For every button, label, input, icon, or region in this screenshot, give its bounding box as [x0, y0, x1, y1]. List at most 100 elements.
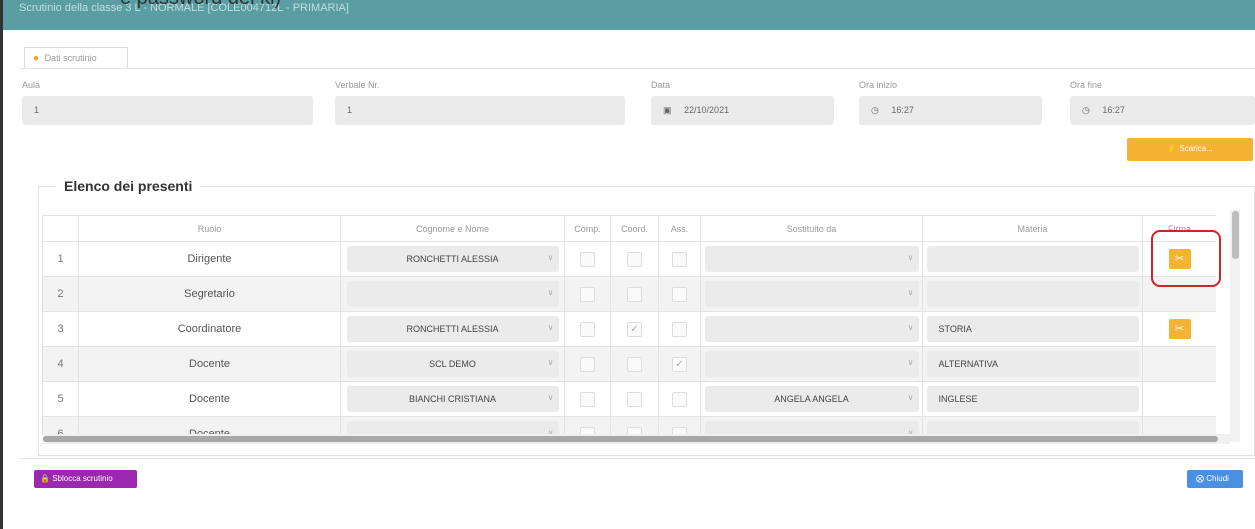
nome-select[interactable]: ∨	[346, 421, 559, 434]
search-button-label: Scarica...	[1179, 144, 1213, 153]
presenti-table-container: Ruolo Cognome e Nome Comp. Coord. Ass. S…	[42, 215, 1216, 434]
chevron-down-icon: ∨	[547, 393, 554, 402]
presenti-legend: Elenco dei presenti	[56, 178, 201, 194]
comp-cell	[564, 381, 611, 417]
aula-value: 1	[34, 105, 40, 115]
materia-field	[926, 281, 1139, 307]
coord-checkbox[interactable]	[627, 251, 642, 267]
ass-cell: ✓	[658, 346, 701, 382]
nome-select[interactable]: BIANCHI CRISTIANA ∨	[346, 386, 559, 412]
table-row: 5 Docente BIANCHI CRISTIANA ∨ ANGELA ANGELA ∨…	[42, 381, 1216, 417]
ass-cell	[658, 381, 701, 417]
firma-cell	[1142, 416, 1216, 434]
coord-checkbox[interactable]	[627, 391, 642, 407]
sostituito-cell: ∨	[700, 241, 923, 277]
sostituito-select[interactable]: ∨	[704, 316, 919, 342]
firma-cell	[1142, 381, 1216, 417]
nome-select[interactable]: SCL DEMO ∨	[346, 351, 559, 377]
ruolo-cell: Docente	[78, 346, 341, 382]
table-row: 1 Dirigente RONCHETTI ALESSIA ∨ ∨ ✂	[42, 241, 1216, 277]
date-field[interactable]: ▣ 22/10/2021	[651, 96, 834, 125]
coord-checkbox[interactable]	[627, 356, 642, 372]
nome-select[interactable]: ∨	[346, 281, 559, 307]
comp-checkbox[interactable]	[580, 391, 595, 407]
ass-checkbox[interactable]	[672, 426, 687, 434]
ora-inizio-field[interactable]: ◷ 16:27	[859, 96, 1042, 125]
sostituito-select[interactable]: ∨	[704, 421, 919, 434]
comp-checkbox[interactable]	[580, 321, 595, 337]
verbale-field[interactable]: 1	[335, 96, 625, 125]
column-header-num	[42, 215, 79, 242]
coord-checkbox[interactable]	[627, 286, 642, 302]
chevron-down-icon: ∨	[547, 288, 554, 297]
coord-checkbox[interactable]: ✓	[627, 321, 642, 337]
ass-checkbox[interactable]: ✓	[672, 356, 687, 372]
column-header-materia: Materia	[922, 215, 1143, 242]
nome-select[interactable]: RONCHETTI ALESSIA ∨	[346, 246, 559, 272]
comp-cell	[564, 416, 611, 434]
ass-checkbox[interactable]	[672, 251, 687, 267]
materia-cell: INGLESE	[922, 381, 1143, 417]
close-button[interactable]: ⨂ Chiudi	[1187, 470, 1243, 488]
horizontal-scrollbar-thumb[interactable]	[43, 436, 1218, 442]
row-number: 1	[42, 241, 79, 277]
aula-field[interactable]: 1	[22, 96, 313, 125]
sostituito-select[interactable]: ∨	[704, 281, 919, 307]
ora-fine-field[interactable]: ◷ 16:27	[1070, 96, 1255, 125]
materia-value: ALTERNATIVA	[938, 359, 999, 369]
coord-cell	[610, 416, 659, 434]
ass-checkbox[interactable]	[672, 391, 687, 407]
sostituito-select[interactable]: ANGELA ANGELA ∨	[704, 386, 919, 412]
clock-icon: ◷	[871, 105, 879, 115]
row-number: 6	[42, 416, 79, 434]
column-header-ass: Ass.	[658, 215, 701, 242]
unlock-button-label: Sblocca scrutinio	[52, 474, 113, 483]
firma-cell	[1142, 346, 1216, 382]
nome-cell: BIANCHI CRISTIANA ∨	[340, 381, 565, 417]
materia-field	[926, 246, 1139, 272]
comp-checkbox[interactable]	[580, 426, 595, 434]
search-button[interactable]: ⚡ Scarica...	[1127, 138, 1253, 161]
comp-checkbox[interactable]	[580, 356, 595, 372]
presenti-table: Ruolo Cognome e Nome Comp. Coord. Ass. S…	[42, 215, 1216, 434]
clock-icon: ◷	[1082, 105, 1090, 115]
sostituito-select[interactable]: ∨	[704, 246, 919, 272]
ruolo-cell: Segretario	[78, 276, 341, 312]
comp-checkbox[interactable]	[580, 286, 595, 302]
chevron-down-icon: ∨	[907, 288, 914, 297]
date-value: 22/10/2021	[684, 105, 730, 115]
coord-checkbox[interactable]	[627, 426, 642, 434]
chevron-down-icon: ∨	[907, 253, 914, 262]
firma-button[interactable]: ✂	[1168, 319, 1191, 339]
tab-dati-scrutinio[interactable]: ● Dati scrutinio	[24, 47, 128, 69]
ora-inizio-label: Ora inizio	[859, 80, 898, 90]
data-label: Data	[651, 80, 671, 90]
ruolo-cell: Docente	[78, 381, 341, 417]
ass-checkbox[interactable]	[672, 321, 687, 337]
nome-select[interactable]: RONCHETTI ALESSIA ∨	[346, 316, 559, 342]
ass-checkbox[interactable]	[672, 286, 687, 302]
coord-cell	[610, 381, 659, 417]
sostituito-select[interactable]: ∨	[704, 351, 919, 377]
materia-cell	[922, 416, 1143, 434]
ass-cell	[658, 311, 701, 347]
nome-value: SCL DEMO	[429, 359, 476, 369]
nome-cell: RONCHETTI ALESSIA ∨	[340, 241, 565, 277]
ora-fine-label: Ora fine	[1070, 80, 1103, 90]
tab-divider	[20, 68, 1255, 69]
row-number: 5	[42, 381, 79, 417]
vertical-scrollbar-thumb[interactable]	[1232, 211, 1239, 259]
user-icon: ●	[33, 53, 40, 64]
comp-cell	[564, 311, 611, 347]
comp-checkbox[interactable]	[580, 251, 595, 267]
ass-cell	[658, 276, 701, 312]
comp-cell	[564, 241, 611, 277]
column-header-coord: Coord.	[610, 215, 659, 242]
coord-cell	[610, 241, 659, 277]
row-number: 2	[42, 276, 79, 312]
unlock-scrutinio-button[interactable]: 🔒 Sblocca scrutinio	[34, 470, 137, 488]
comp-cell	[564, 346, 611, 382]
row-number: 4	[42, 346, 79, 382]
table-row: 6 Docente ∨ ∨	[42, 416, 1216, 434]
row-number: 3	[42, 311, 79, 347]
